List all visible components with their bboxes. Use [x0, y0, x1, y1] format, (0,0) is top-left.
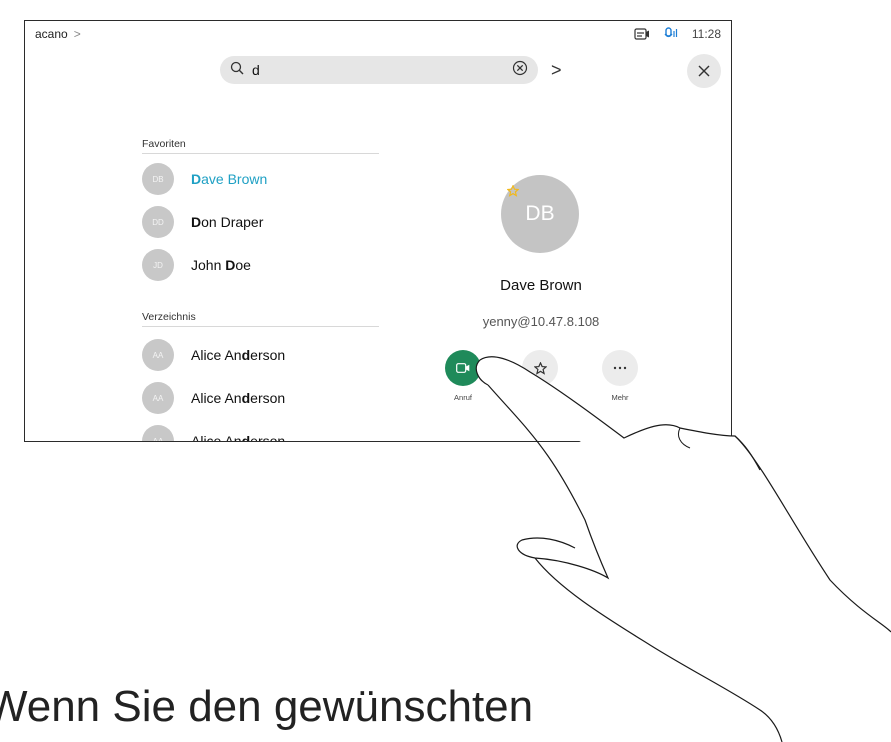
caption-text: Wenn Sie den gewünschten: [0, 682, 534, 731]
pointing-hand-illustration: [475, 356, 891, 742]
